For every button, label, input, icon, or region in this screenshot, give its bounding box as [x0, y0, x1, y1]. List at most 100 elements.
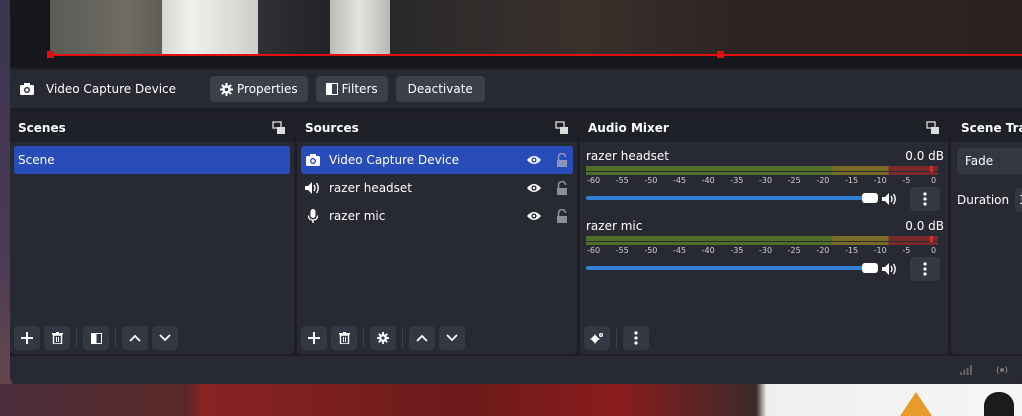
- add-source-button[interactable]: [301, 326, 327, 350]
- add-scene-button[interactable]: [14, 326, 40, 350]
- plus-icon: [21, 332, 33, 344]
- preview-highlight: [330, 0, 390, 56]
- properties-button[interactable]: Properties: [210, 76, 308, 102]
- duration-label: Duration: [957, 193, 1010, 207]
- meter-scale-tick: -10: [873, 176, 887, 185]
- eye-icon[interactable]: [527, 181, 541, 195]
- volume-meter-bar: [586, 172, 938, 175]
- move-source-up-button[interactable]: [409, 326, 435, 350]
- undock-icon[interactable]: [272, 121, 286, 135]
- gear-icon: [220, 82, 233, 96]
- move-scene-down-button[interactable]: [152, 326, 178, 350]
- meter-scale-tick: -50: [644, 246, 658, 255]
- meter-scale-tick: -40: [701, 246, 715, 255]
- meter-scale-tick: -35: [730, 176, 744, 185]
- undock-icon[interactable]: [555, 121, 569, 135]
- meter-scale-tick: -30: [759, 176, 773, 185]
- chevron-up-icon: [416, 334, 428, 342]
- chevron-down-icon: [159, 334, 171, 342]
- toolbar-separator: [115, 328, 116, 348]
- mixer-channel-level: 0.0 dB: [905, 149, 944, 163]
- duration-input[interactable]: 3: [1015, 188, 1022, 212]
- meter-scale-tick: -20: [816, 246, 830, 255]
- meter-scale-tick: -55: [615, 246, 629, 255]
- remove-source-button[interactable]: [331, 326, 357, 350]
- source-context-bar: Video Capture Device Properties Filters …: [10, 70, 1022, 108]
- volume-slider-track[interactable]: [586, 196, 878, 200]
- meter-scale-tick: -25: [787, 246, 801, 255]
- channel-menu-button[interactable]: [910, 257, 940, 281]
- deactivate-label: Deactivate: [407, 82, 473, 96]
- resize-handle-bottom-left[interactable]: [47, 51, 54, 58]
- move-scene-up-button[interactable]: [122, 326, 148, 350]
- filters-icon: [90, 332, 102, 344]
- meter-scale-tick: -35: [730, 246, 744, 255]
- meter-scale: -60 -55 -50 -45 -40 -35 -30 -25 -20 -15 -10 -5 0: [586, 246, 938, 258]
- filters-button[interactable]: Filters: [315, 76, 388, 102]
- scene-transitions-dock: Scene Tra Fade Duration 3: [951, 114, 1022, 354]
- mixer-channel-name: razer mic: [586, 219, 643, 233]
- mixer-menu-button[interactable]: [623, 326, 649, 350]
- source-properties-button[interactable]: [370, 326, 396, 350]
- volume-slider-track[interactable]: [586, 266, 878, 270]
- meter-scale-tick: -60: [587, 176, 601, 185]
- toolbar-separator: [76, 328, 77, 348]
- desktop-orange-shape: [900, 392, 932, 416]
- source-item-razer-mic[interactable]: razer mic: [297, 202, 577, 230]
- move-source-down-button[interactable]: [439, 326, 465, 350]
- lock-icon[interactable]: [555, 209, 569, 223]
- lock-icon[interactable]: [555, 181, 569, 195]
- meter-scale-tick: -10: [873, 246, 887, 255]
- context-source-name: Video Capture Device: [46, 82, 177, 96]
- sources-dock-title: Sources: [297, 114, 577, 142]
- remove-scene-button[interactable]: [44, 326, 70, 350]
- advanced-audio-button[interactable]: [584, 326, 610, 350]
- undock-icon[interactable]: [926, 121, 940, 135]
- meter-scale-tick: -45: [673, 176, 687, 185]
- volume-slider-thumb[interactable]: [862, 193, 878, 203]
- scene-item[interactable]: Scene: [14, 146, 290, 174]
- channel-menu-button[interactable]: [910, 187, 940, 211]
- meter-scale-tick: -45: [673, 246, 687, 255]
- source-item-label: razer headset: [329, 181, 413, 195]
- lock-icon[interactable]: [555, 153, 569, 167]
- scene-item-label: Scene: [18, 153, 55, 167]
- speaker-icon[interactable]: [882, 192, 900, 206]
- camera-icon: [20, 83, 34, 95]
- meter-scale-tick: -30: [759, 246, 773, 255]
- volume-slider-thumb[interactable]: [862, 263, 878, 273]
- mixer-channel-level: 0.0 dB: [905, 219, 944, 233]
- meter-scale: -60 -55 -50 -45 -40 -35 -30 -25 -20 -15 -10 -5 0: [586, 176, 938, 188]
- mixer-channel-header: razer mic 0.0 dB: [586, 218, 944, 234]
- more-vertical-icon: [923, 192, 927, 206]
- meter-scale-tick: 0: [931, 176, 937, 185]
- scenes-title: Scenes: [18, 121, 66, 135]
- deactivate-button[interactable]: Deactivate: [395, 76, 485, 102]
- source-item-video-capture-device[interactable]: Video Capture Device: [301, 146, 573, 174]
- recording-status-icon: [996, 366, 1008, 374]
- more-vertical-icon: [923, 262, 927, 276]
- scenes-dock: Scenes Scene: [10, 114, 294, 354]
- transition-select[interactable]: Fade: [957, 148, 1022, 174]
- preview-highlight: [162, 0, 258, 56]
- signal-bars-icon: [960, 365, 972, 375]
- sources-dock: Sources Video Capture Device razer heads…: [297, 114, 577, 354]
- chevron-up-icon: [129, 334, 141, 342]
- trash-icon: [51, 332, 63, 344]
- gear-icon: [377, 332, 389, 344]
- source-item-razer-headset[interactable]: razer headset: [297, 174, 577, 202]
- meter-scale-tick: -40: [701, 176, 715, 185]
- resize-handle-bottom[interactable]: [717, 51, 724, 58]
- filters-icon: [325, 83, 338, 95]
- meter-scale-tick: -5: [902, 246, 911, 255]
- preview-canvas[interactable]: [10, 0, 1022, 67]
- volume-meter-bar: [586, 236, 938, 245]
- scene-filters-button[interactable]: [83, 326, 109, 350]
- toolbar-separator: [402, 328, 403, 348]
- eye-icon[interactable]: [527, 153, 541, 167]
- toolbar-separator: [616, 328, 617, 348]
- eye-icon[interactable]: [527, 209, 541, 223]
- mixer-channel-name: razer headset: [586, 149, 670, 163]
- obs-main-window: Video Capture Device Properties Filters …: [10, 0, 1022, 383]
- speaker-icon[interactable]: [882, 262, 900, 276]
